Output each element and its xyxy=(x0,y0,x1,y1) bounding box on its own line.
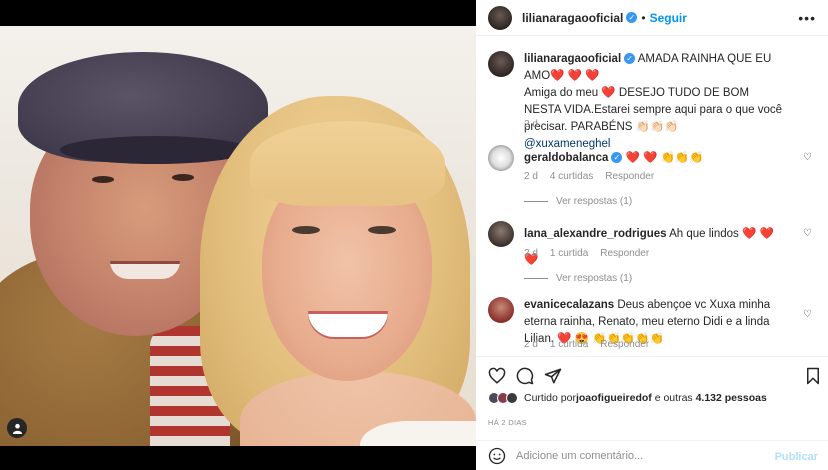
comment-icon[interactable] xyxy=(516,367,534,385)
comment-emoji: 👏👏👏 xyxy=(657,152,704,164)
caption-author-avatar[interactable] xyxy=(488,51,514,77)
author-username[interactable]: lilianaragaooficial xyxy=(522,11,623,25)
comment-username[interactable]: geraldobalanca xyxy=(524,152,608,164)
photo-woman-bangs xyxy=(250,121,445,206)
follow-button[interactable]: Seguir xyxy=(650,11,687,25)
caption-time[interactable]: 2 d xyxy=(524,119,538,130)
comment-text: geraldobalanca ✓ ❤️ ❤️ 👏👏👏 xyxy=(524,145,784,171)
photo-woman-eye-right xyxy=(368,226,396,234)
post-date[interactable]: HÁ 2 DIAS xyxy=(488,418,527,427)
liker-avatar[interactable] xyxy=(506,392,518,404)
user-icon xyxy=(12,423,22,434)
likes-prefix: Curtido por xyxy=(524,392,576,404)
comment-item: geraldobalanca ✓ ❤️ ❤️ 👏👏👏 ♡ xyxy=(488,145,818,171)
caption-heart-2: ❤️ xyxy=(601,87,616,99)
caption-hearts-1: ❤️ ❤️ ❤️ xyxy=(550,70,600,82)
comment-avatar[interactable] xyxy=(488,221,514,247)
comments-list[interactable]: lilianaragaooficial ✓ AMADA RAINHA QUE EU… xyxy=(476,37,828,355)
caption-meta: 2 d xyxy=(524,119,538,130)
add-comment-bar: Publicar xyxy=(476,440,828,470)
post-side-panel: lilianaragaooficial ✓ • Seguir ••• lilia… xyxy=(476,0,828,470)
likes-summary: Curtido por joaofigueiredof e outras 4.1… xyxy=(488,392,767,404)
publish-button[interactable]: Publicar xyxy=(775,451,818,463)
liker-username[interactable]: joaofigueiredof xyxy=(576,392,652,404)
view-replies-label: Ver respostas (1) xyxy=(556,273,633,284)
comment-avatar[interactable] xyxy=(488,297,514,323)
comment-like-heart-icon[interactable]: ♡ xyxy=(803,309,812,320)
comment-username[interactable]: evanicecalazans xyxy=(524,299,614,311)
comment-meta: 2 d 1 curtida Responder xyxy=(524,339,649,350)
comment-meta: 2 d 1 curtida Responder xyxy=(524,248,649,259)
comment-time[interactable]: 2 d xyxy=(524,339,538,350)
comment-like-heart-icon[interactable]: ♡ xyxy=(803,152,812,163)
photo-man-smile xyxy=(110,261,180,279)
view-replies-label: Ver respostas (1) xyxy=(556,196,633,207)
photo-man-eye-left xyxy=(92,176,114,183)
caption-author-username[interactable]: lilianaragaooficial xyxy=(524,53,621,65)
caption: lilianaragaooficial ✓ AMADA RAINHA QUE EU… xyxy=(488,51,818,153)
view-replies-button[interactable]: Ver respostas (1) xyxy=(524,273,632,284)
header-separator: • xyxy=(641,10,646,25)
comment-avatar[interactable] xyxy=(488,145,514,171)
post-actions-bar xyxy=(476,356,828,394)
caption-text: lilianaragaooficial ✓ AMADA RAINHA QUE EU… xyxy=(524,51,784,153)
comment-reply-button[interactable]: Responder xyxy=(600,339,649,350)
comment-likes[interactable]: 1 curtida xyxy=(550,248,588,259)
more-options-icon[interactable]: ••• xyxy=(798,10,816,26)
photo-man-cap-brim xyxy=(60,136,250,164)
comment-likes[interactable]: 1 curtida xyxy=(550,339,588,350)
verified-badge-icon: ✓ xyxy=(624,53,636,65)
likes-count[interactable]: 4.132 pessoas xyxy=(696,392,767,404)
view-replies-button[interactable]: Ver respostas (1) xyxy=(524,196,632,207)
comment-likes[interactable]: 4 curtidas xyxy=(550,171,593,182)
likes-suffix: e outras xyxy=(651,392,696,404)
author-avatar[interactable] xyxy=(488,5,512,30)
comment-item: lana_alexandre_rodrigues Ah que lindos ❤… xyxy=(488,221,818,273)
share-icon[interactable] xyxy=(544,367,562,385)
photo-woman-eye-left xyxy=(292,226,320,234)
post-media[interactable] xyxy=(0,0,476,470)
smiley-icon[interactable] xyxy=(488,447,506,465)
comment-reply-button[interactable]: Responder xyxy=(605,171,654,182)
comment-body: Ah que lindos xyxy=(666,228,742,240)
comment-input[interactable] xyxy=(516,449,756,462)
comment-like-heart-icon[interactable]: ♡ xyxy=(803,228,812,239)
bookmark-icon[interactable] xyxy=(804,367,822,385)
comment-meta: 2 d 4 curtidas Responder xyxy=(524,171,654,182)
photo-man-eye-right xyxy=(172,174,194,181)
comment-time[interactable]: 2 d xyxy=(524,171,538,182)
comment-time[interactable]: 2 d xyxy=(524,248,538,259)
heart-icon[interactable] xyxy=(488,367,506,385)
replies-divider xyxy=(524,278,548,279)
comment-username[interactable]: lana_alexandre_rodrigues xyxy=(524,228,667,240)
tagged-users-button[interactable] xyxy=(7,418,27,438)
post-photo[interactable] xyxy=(0,26,476,446)
verified-badge-icon: ✓ xyxy=(611,152,623,164)
caption-line-2a: Amiga do meu xyxy=(524,87,602,99)
comment-hearts: ❤️ ❤️ xyxy=(625,152,658,164)
replies-divider xyxy=(524,201,548,202)
comment-reply-button[interactable]: Responder xyxy=(600,248,649,259)
comment-text: lana_alexandre_rodrigues Ah que lindos ❤… xyxy=(524,221,784,273)
post-header: lilianaragaooficial ✓ • Seguir ••• xyxy=(476,0,828,36)
verified-badge-icon: ✓ xyxy=(626,12,638,23)
